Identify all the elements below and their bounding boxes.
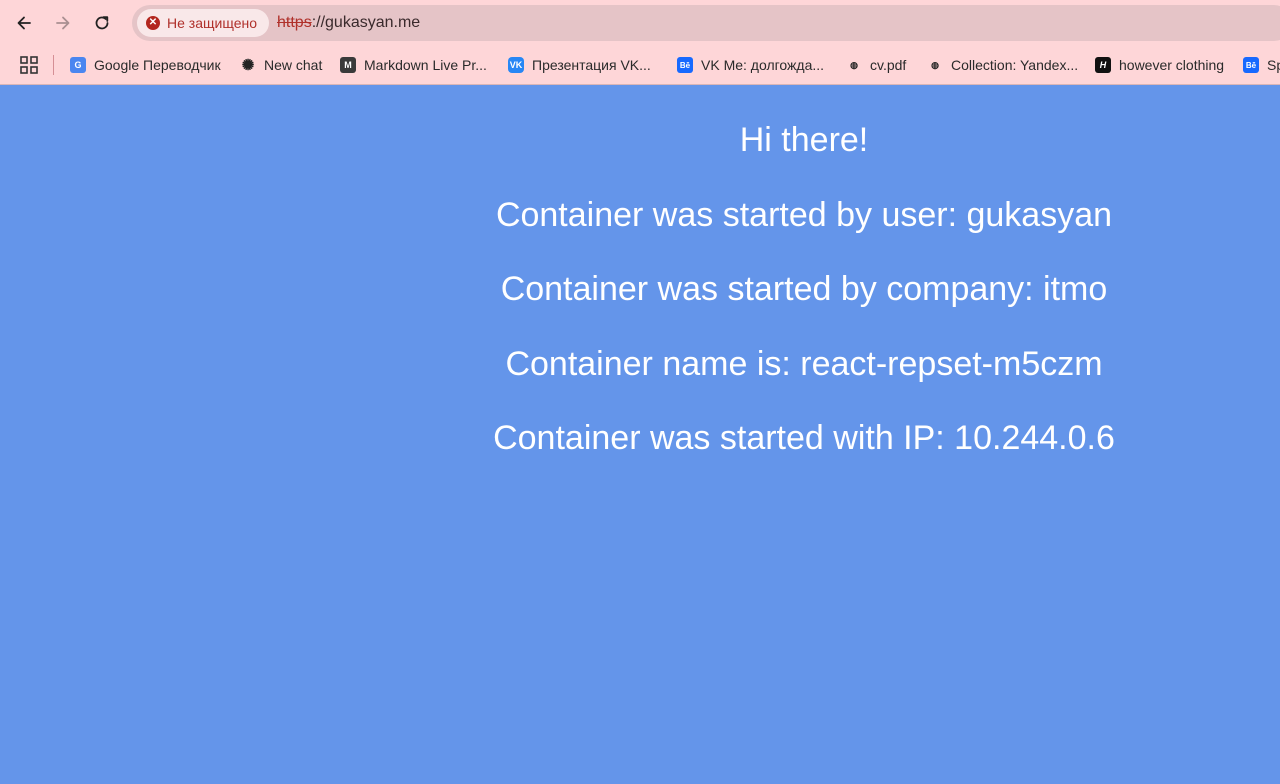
- however-icon: H: [1095, 57, 1111, 73]
- arrow-left-icon: [17, 16, 31, 30]
- security-label: Не защищено: [167, 15, 257, 31]
- bookmark-label: cv.pdf: [870, 57, 907, 73]
- bookmark-label: VK Me: долгожда...: [701, 57, 825, 73]
- greeting-heading: Hi there!: [739, 121, 869, 159]
- reload-icon: [95, 16, 109, 30]
- vk-icon: VK: [508, 57, 524, 73]
- url-text[interactable]: https://gukasyan.me: [277, 14, 420, 32]
- security-indicator[interactable]: ✕ Не защищено: [137, 9, 269, 37]
- bookmark-new-chat[interactable]: ✺ New chat: [240, 54, 323, 76]
- bookmark-markdown-live[interactable]: M Markdown Live Pr...: [340, 54, 487, 76]
- behance-icon: Bē: [1243, 57, 1259, 73]
- forward-button[interactable]: [47, 7, 79, 39]
- markdown-icon: M: [340, 57, 356, 73]
- bookmark-cv-pdf[interactable]: ◍ cv.pdf: [846, 54, 906, 76]
- globe-icon: ◍: [850, 59, 858, 70]
- bookmarks-divider: [53, 55, 54, 75]
- arrow-right-icon: [56, 16, 70, 30]
- bookmark-sp[interactable]: Bē Sp: [1243, 54, 1280, 76]
- browser-toolbar: ✕ Не защищено https://gukasyan.me: [0, 0, 1280, 46]
- globe-icon: ◍: [931, 59, 939, 70]
- container-user-line: Container was started by user: gukasyan: [495, 196, 1113, 234]
- chatgpt-icon: ✺: [241, 57, 255, 74]
- container-name-line: Container name is: react-repset-m5czm: [505, 345, 1103, 383]
- apps-button[interactable]: [20, 56, 38, 74]
- bookmark-however-clothing[interactable]: H however clothing: [1095, 54, 1224, 76]
- address-bar[interactable]: ✕ Не защищено https://gukasyan.me: [132, 5, 1280, 41]
- apps-grid-icon: [20, 56, 38, 74]
- url-scheme: https: [277, 14, 312, 31]
- not-secure-icon: ✕: [146, 16, 160, 30]
- bookmark-vk-me[interactable]: Bē VK Me: долгожда...: [677, 54, 824, 76]
- container-ip-line: Container was started with IP: 10.244.0.…: [493, 419, 1115, 457]
- bookmark-collection-yandex[interactable]: ◍ Collection: Yandex...: [927, 54, 1078, 76]
- bookmarks-bar: G Google Переводчик ✺ New chat M Markdow…: [0, 46, 1280, 85]
- container-company-line: Container was started by company: itmo: [500, 270, 1108, 308]
- reload-button[interactable]: [86, 7, 118, 39]
- bookmark-label: Collection: Yandex...: [951, 57, 1079, 73]
- bookmark-label: Sp: [1267, 57, 1280, 73]
- bookmark-vk-presentation[interactable]: VK Презентация VK...: [508, 54, 651, 76]
- behance-icon: Bē: [677, 57, 693, 73]
- page-content: Hi there! Container was started by user:…: [0, 86, 1280, 784]
- bookmark-label: Markdown Live Pr...: [364, 57, 487, 73]
- bookmark-google-translate[interactable]: G Google Переводчик: [70, 54, 221, 76]
- bookmark-label: Google Переводчик: [94, 57, 221, 73]
- back-button[interactable]: [8, 7, 40, 39]
- google-translate-icon: G: [70, 57, 86, 73]
- bookmark-label: however clothing: [1119, 57, 1225, 73]
- bookmark-label: Презентация VK...: [532, 57, 651, 73]
- bookmark-label: New chat: [264, 57, 323, 73]
- url-host: ://gukasyan.me: [311, 14, 421, 31]
